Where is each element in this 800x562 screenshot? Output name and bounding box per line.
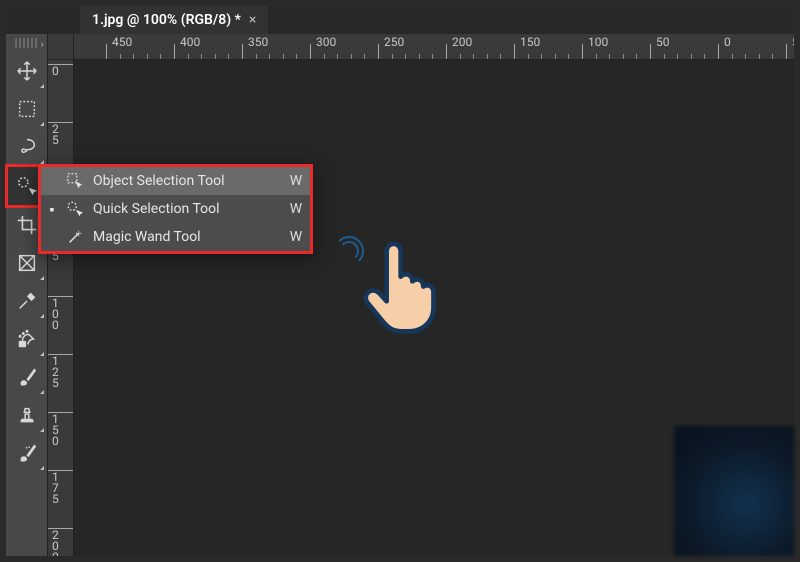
flyout-item-quick-select[interactable]: ▪ Quick Selection ToolW	[41, 195, 310, 223]
object-select-icon	[63, 172, 87, 190]
selection-tool-flyout: Object Selection ToolW▪Quick Selection T…	[38, 164, 313, 254]
clone-stamp-tool[interactable]	[8, 396, 46, 434]
quick-select-icon	[63, 200, 87, 218]
ruler-h-label: 150	[520, 35, 540, 49]
history-brush-tool[interactable]	[8, 434, 46, 472]
magic-wand-icon	[63, 228, 87, 246]
ruler-h-label: 450	[112, 35, 132, 49]
ruler-v-label: 1 7 5	[52, 472, 64, 505]
flyout-triangle-icon	[40, 122, 44, 126]
flyout-triangle-icon	[40, 428, 44, 432]
flyout-item-object-select[interactable]: Object Selection ToolW	[41, 167, 310, 195]
brush-tool[interactable]	[8, 358, 46, 396]
flyout-item-shortcut: W	[282, 173, 310, 189]
document-tab[interactable]: 1.jpg @ 100% (RGB/8) * ×	[80, 6, 268, 34]
toolbar-grip[interactable]	[15, 38, 39, 48]
ruler-h-label: 200	[452, 35, 472, 49]
ruler-h-label: 250	[384, 35, 404, 49]
eyedropper-tool[interactable]	[8, 282, 46, 320]
ruler-v-label: 0	[52, 66, 64, 77]
flyout-triangle-icon	[40, 352, 44, 356]
flyout-item-label: Quick Selection Tool	[87, 201, 282, 217]
ruler-v-label: 1 0 0	[52, 298, 64, 331]
marquee-tool[interactable]	[8, 90, 46, 128]
flyout-triangle-icon	[40, 84, 44, 88]
flyout-item-label: Magic Wand Tool	[87, 229, 282, 245]
pointing-hand-icon	[346, 236, 446, 336]
ruler-h-label: 100	[588, 35, 608, 49]
ruler-h-label: 400	[180, 35, 200, 49]
flyout-item-shortcut: W	[282, 229, 310, 245]
close-icon[interactable]: ×	[249, 12, 256, 28]
move-tool[interactable]	[8, 52, 46, 90]
flyout-item-shortcut: W	[282, 201, 310, 217]
ruler-h-label: 50	[656, 35, 670, 49]
tools-panel: ››	[6, 34, 48, 556]
flyout-item-label: Object Selection Tool	[87, 173, 282, 189]
image-content	[674, 426, 794, 556]
ruler-horizontal[interactable]: 450 400 350 300 250 200 150 100 50 0 50	[74, 34, 794, 60]
lasso-tool[interactable]	[8, 128, 46, 166]
active-indicator: ▪	[41, 201, 63, 218]
flyout-triangle-icon	[40, 314, 44, 318]
ruler-v-label: 1 2 5	[52, 356, 64, 389]
ruler-h-label: 350	[248, 35, 268, 49]
ruler-h-label: 0	[724, 35, 731, 49]
ruler-h-label: 300	[316, 35, 336, 49]
ruler-vertical[interactable]: 02 55 07 51 0 01 2 51 5 01 7 52 0 0	[48, 60, 74, 556]
document-tabs: 1.jpg @ 100% (RGB/8) * ×	[6, 6, 794, 34]
flyout-item-magic-wand[interactable]: Magic Wand ToolW	[41, 223, 310, 251]
ruler-v-label: 2 0 0	[52, 530, 64, 556]
ruler-origin[interactable]	[48, 34, 74, 60]
ruler-h-label: 50	[792, 35, 794, 49]
document-tab-title: 1.jpg @ 100% (RGB/8) *	[92, 12, 241, 28]
flyout-triangle-icon	[40, 466, 44, 470]
spot-heal-brush-tool[interactable]	[8, 320, 46, 358]
flyout-triangle-icon	[40, 276, 44, 280]
ruler-v-label: 1 5 0	[52, 414, 64, 447]
ruler-v-label: 2 5	[52, 124, 64, 146]
app-window: 1.jpg @ 100% (RGB/8) * × ››	[6, 6, 794, 556]
flyout-triangle-icon	[40, 390, 44, 394]
tutorial-frame: 1.jpg @ 100% (RGB/8) * × ››	[0, 0, 800, 562]
